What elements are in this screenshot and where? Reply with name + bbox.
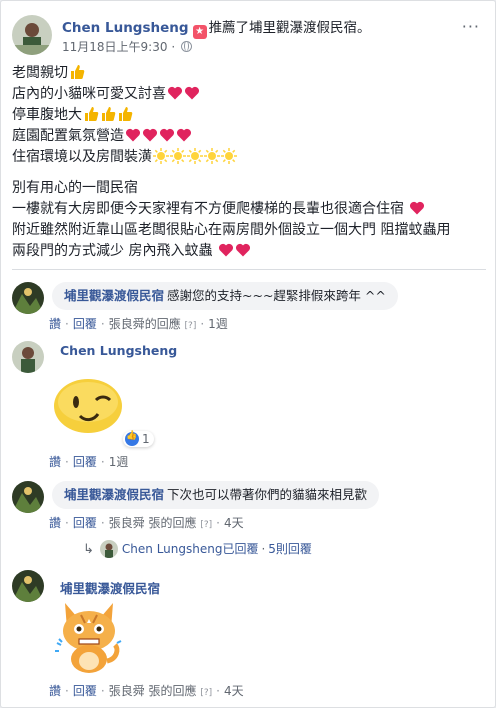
- like-link[interactable]: 讚: [49, 516, 61, 530]
- sparkle-icon: [221, 148, 237, 164]
- replier-name[interactable]: Chen Lungsheng已回覆: [122, 542, 259, 556]
- reply-link[interactable]: 回覆: [73, 455, 97, 469]
- view-replies-link[interactable]: ↳ Chen Lungsheng已回覆 · 5則回覆: [83, 540, 312, 558]
- comment-author[interactable]: 埔里觀瀑渡假民宿: [64, 288, 164, 303]
- comment-time[interactable]: 4天: [224, 516, 244, 530]
- like-link[interactable]: 讚: [49, 455, 61, 469]
- reply-count[interactable]: 5則回覆: [268, 542, 312, 556]
- thumbs-up-icon: [100, 106, 116, 122]
- help-link[interactable]: [?]: [200, 520, 212, 530]
- comment-actions: 讚 · 回覆 · 張良舜 張的回應 [?] · 4天: [49, 684, 244, 698]
- comment-actions: 讚 · 回覆 · 張良舜 張的回應 [?] · 4天: [49, 516, 244, 530]
- comment-text: 下次也可以帶著你們的貓貓來相見歡: [167, 487, 368, 502]
- author-avatar[interactable]: [12, 15, 52, 55]
- replier-avatar: [99, 540, 118, 558]
- post-timestamp[interactable]: 11月18日上午9:30: [62, 40, 168, 54]
- reply-link[interactable]: 回覆: [73, 516, 97, 530]
- sparkle-icon: [170, 148, 186, 164]
- more-options-icon[interactable]: ···: [462, 17, 480, 36]
- thumbs-up-icon: [117, 106, 133, 122]
- page-avatar[interactable]: [12, 282, 44, 314]
- heart-icon: [176, 127, 192, 143]
- post-line: 住宿環境以及房間裝潢: [12, 147, 486, 168]
- reply-link[interactable]: 回覆: [73, 317, 97, 331]
- post-line: 附近雖然附近靠山區老闆很貼心在兩房間外個設立一個大門 阻擋蚊蟲用: [12, 222, 451, 238]
- sparkle-icon: [204, 148, 220, 164]
- heart-icon: [125, 127, 141, 143]
- post-card: Chen Lungsheng ★ 推薦了埔里觀瀑渡假民宿。 11月18日上午9:30…: [0, 0, 496, 708]
- post-line: 老闆親切: [12, 63, 486, 84]
- like-link[interactable]: 讚: [49, 684, 61, 698]
- post-line: 兩段門的方式減少 房內飛入蚊蟲: [12, 241, 486, 262]
- comment-bubble: 埔里觀瀑渡假民宿 感謝您的支持~~~趕緊排假來跨年 ^^: [52, 282, 398, 310]
- post-line: 一樓就有大房即便今天家裡有不方便爬樓梯的長輩也很適合住宿: [12, 199, 486, 220]
- recommend-icon: ★: [192, 25, 207, 39]
- cat-sticker: [55, 603, 122, 673]
- like-link[interactable]: 讚: [49, 317, 61, 331]
- replied-by[interactable]: 張良舜的回應: [109, 317, 181, 331]
- comment-author[interactable]: Chen Lungsheng: [60, 343, 177, 358]
- post-paragraph-1: 老闆親切 店內的小貓咪可愛又討喜 停車腹地大 庭園配置氣氛營造 住宿環境以及房間…: [12, 63, 486, 168]
- help-link[interactable]: [?]: [200, 688, 212, 698]
- post-header-title: Chen Lungsheng ★ 推薦了埔里觀瀑渡假民宿。: [62, 16, 371, 39]
- reply-arrow-icon: ↳: [83, 542, 94, 557]
- post-line: 庭園配置氣氛營造: [12, 126, 486, 147]
- heart-icon: [167, 85, 183, 101]
- comment-author[interactable]: 埔里觀瀑渡假民宿: [64, 487, 164, 502]
- author-avatar[interactable]: [12, 341, 44, 373]
- globe-icon[interactable]: [180, 41, 192, 52]
- comments-divider: [12, 269, 486, 270]
- heart-icon: [142, 127, 158, 143]
- comment-text: 感謝您的支持~~~趕緊排假來跨年 ^^: [167, 288, 386, 303]
- replied-by[interactable]: 張良舜 張的回應: [109, 684, 197, 698]
- comment-actions: 讚 · 回覆 · 張良舜的回應 [?] · 1週: [49, 317, 228, 331]
- replied-by[interactable]: 張良舜 張的回應: [109, 516, 197, 530]
- heart-icon: [218, 242, 234, 258]
- heart-icon: [159, 127, 175, 143]
- heart-icon: [235, 242, 251, 258]
- winking-face-sticker: [54, 379, 122, 433]
- heart-icon: [184, 85, 200, 101]
- post-meta: 11月18日上午9:30 ·: [62, 38, 192, 55]
- post-header: Chen Lungsheng ★ 推薦了埔里觀瀑渡假民宿。 11月18日上午9:30…: [12, 13, 486, 59]
- reaction-count[interactable]: 1: [123, 431, 154, 447]
- post-line: 別有用心的一間民宿: [12, 180, 138, 196]
- post-line: 停車腹地大: [12, 105, 486, 126]
- thumbs-up-icon: [83, 106, 99, 122]
- comment-time[interactable]: 1週: [109, 455, 129, 469]
- post-line: 店內的小貓咪可愛又討喜: [12, 84, 486, 105]
- page-avatar[interactable]: [12, 481, 44, 513]
- post-paragraph-2: 別有用心的一間民宿 一樓就有大房即便今天家裡有不方便爬樓梯的長輩也很適合住宿 附…: [12, 178, 486, 262]
- sparkle-icon: [187, 148, 203, 164]
- reply-link[interactable]: 回覆: [73, 684, 97, 698]
- thumbs-up-icon: [69, 64, 85, 80]
- comment-actions: 讚 · 回覆 · 1週: [49, 455, 129, 469]
- recommendation-text: 推薦了埔里觀瀑渡假民宿。: [208, 20, 371, 36]
- comment-bubble: 埔里觀瀑渡假民宿 下次也可以帶著你們的貓貓來相見歡: [52, 481, 380, 509]
- comment-time[interactable]: 4天: [224, 684, 244, 698]
- heart-icon: [409, 200, 425, 216]
- sparkle-icon: [153, 148, 169, 164]
- author-name[interactable]: Chen Lungsheng: [62, 20, 189, 36]
- help-link[interactable]: [?]: [185, 321, 197, 331]
- like-reaction-icon: [125, 431, 139, 446]
- post-body: 老闆親切 店內的小貓咪可愛又討喜 停車腹地大 庭園配置氣氛營造 住宿環境以及房間…: [12, 63, 486, 272]
- page-avatar[interactable]: [12, 570, 44, 602]
- comment-time[interactable]: 1週: [208, 317, 228, 331]
